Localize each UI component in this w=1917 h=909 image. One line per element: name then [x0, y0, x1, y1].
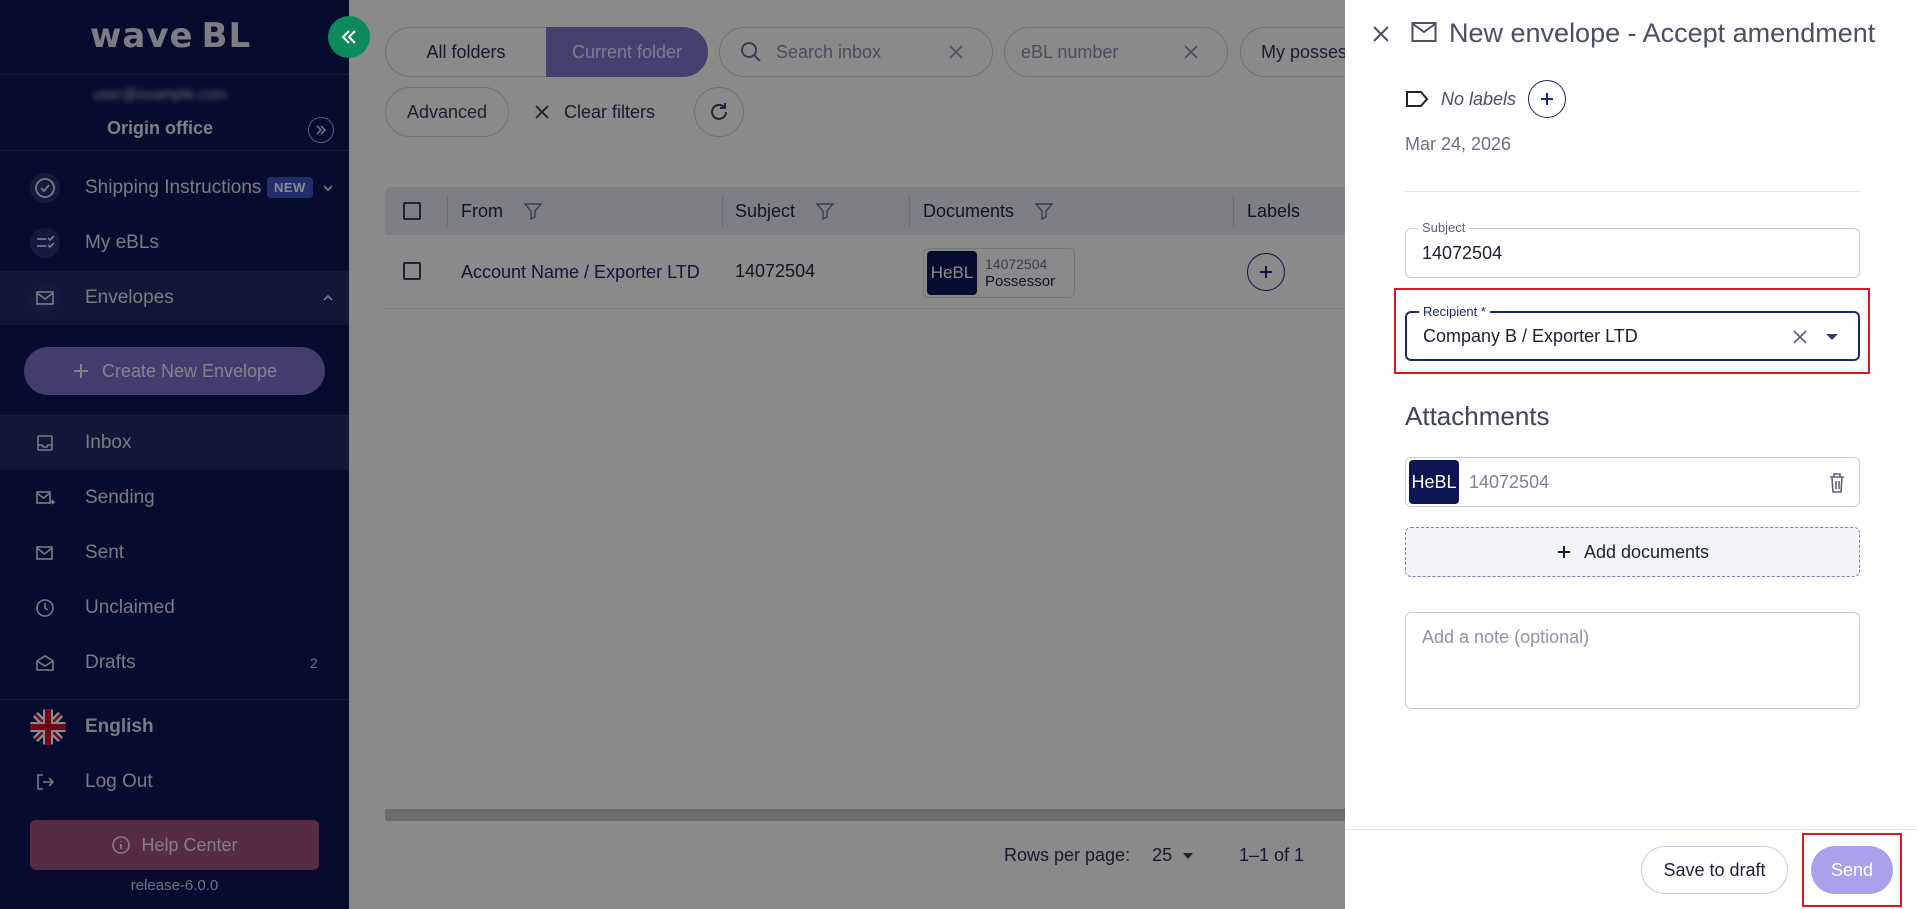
envelope-icon [1411, 22, 1437, 42]
attachment-number: 14072504 [1469, 471, 1550, 492]
modal-backdrop[interactable] [0, 0, 1345, 909]
label-tag-icon [1406, 91, 1429, 107]
double-chevron-left-icon [341, 30, 356, 44]
subject-label: Subject [1418, 220, 1470, 235]
clear-icon[interactable] [1791, 328, 1809, 346]
add-label-button[interactable] [1528, 80, 1567, 118]
labels-row: No labels [1405, 80, 1567, 118]
caret-down-icon[interactable] [1825, 332, 1839, 342]
plus-icon [1541, 93, 1554, 105]
add-documents-button[interactable]: Add documents [1405, 527, 1860, 577]
new-envelope-drawer: New envelope - Accept amendment No label… [1345, 0, 1917, 909]
note-textarea[interactable]: Add a note (optional) [1405, 612, 1860, 709]
collapse-sidebar-button[interactable] [328, 16, 370, 58]
footer-divider [1345, 829, 1917, 830]
attachment-item[interactable]: HeBL 14072504 [1405, 457, 1860, 507]
envelope-date: Mar 24, 2026 [1405, 134, 1512, 154]
no-labels-text: No labels [1441, 88, 1517, 109]
recipient-value: Company B / Exporter LTD [1423, 326, 1638, 346]
subject-value: 14072504 [1422, 243, 1503, 263]
hebl-badge: HeBL [1409, 460, 1459, 504]
send-button[interactable]: Send [1811, 846, 1893, 894]
trash-icon[interactable] [1828, 472, 1846, 494]
plus-icon [1557, 546, 1570, 558]
recipient-select[interactable]: Recipient * Company B / Exporter LTD [1405, 304, 1860, 361]
recipient-label: Recipient * [1419, 304, 1490, 319]
note-placeholder: Add a note (optional) [1422, 627, 1590, 647]
drawer-title: New envelope - Accept amendment [1449, 18, 1876, 48]
attachments-heading: Attachments [1405, 401, 1550, 431]
subject-field[interactable]: Subject 14072504 [1405, 220, 1860, 278]
save-to-draft-button[interactable]: Save to draft [1641, 846, 1788, 894]
close-icon[interactable] [1371, 24, 1391, 44]
divider [1405, 191, 1860, 192]
